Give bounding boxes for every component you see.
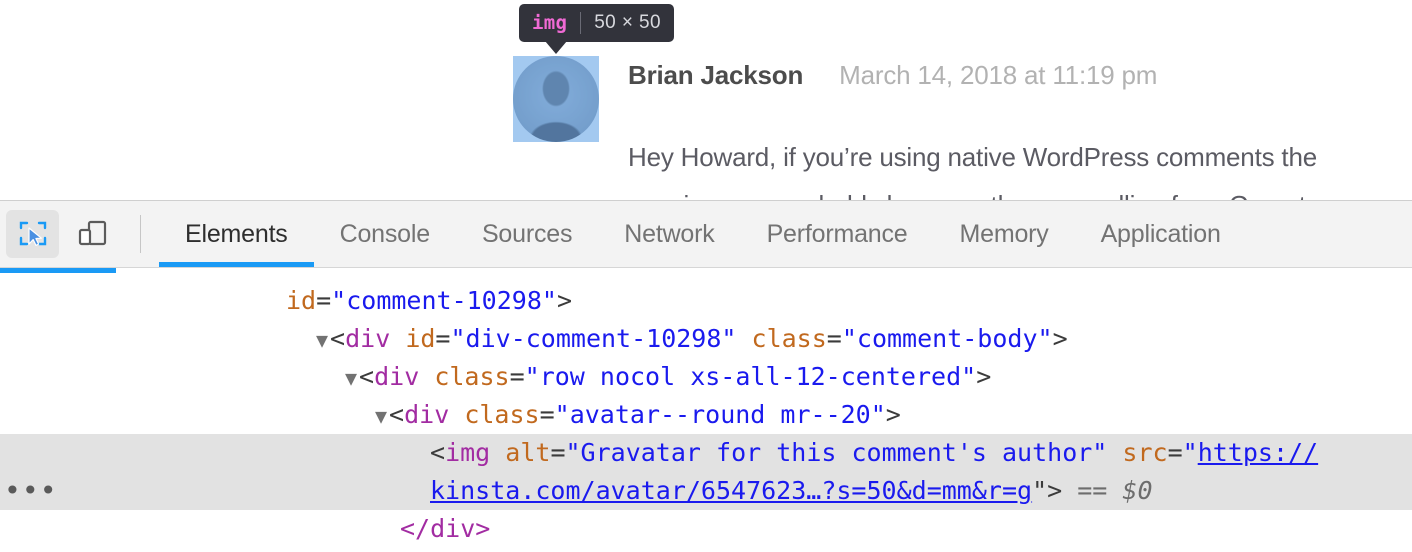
comment-date: March 14, 2018 at 11:19 pm [839, 60, 1158, 90]
dom-line-div-comment-body[interactable]: ▼<div id="div-comment-10298" class="comm… [0, 320, 1412, 358]
tab-application[interactable]: Application [1075, 201, 1247, 267]
twisty-icon[interactable]: ▼ [345, 366, 357, 390]
dom-line-li-attrs[interactable]: id="comment-10298"> [0, 282, 1412, 320]
img-src-link-continued[interactable]: kinsta.com/avatar/6547623…?s=50&d=mm&r=g [430, 476, 1032, 505]
dom-line-div-avatar[interactable]: ▼<div class="avatar--round mr--20"> [0, 396, 1412, 434]
dom-line-div-close[interactable]: </div> [0, 510, 1412, 548]
screenshot-root: img 50 × 50 Brian Jackson March 14, 2018… [0, 0, 1412, 552]
dom-line-img-selected-part2[interactable]: ••• kinsta.com/avatar/6547623…?s=50&d=mm… [0, 472, 1412, 510]
badge-tag-name: img [532, 12, 568, 34]
device-toolbar-icon[interactable] [65, 210, 118, 258]
tab-console[interactable]: Console [314, 201, 456, 267]
avatar-content-box-overlay [513, 56, 599, 142]
toolbar-divider [140, 215, 141, 253]
inspector-tooltip-badge: img 50 × 50 [519, 4, 674, 42]
more-options-icon[interactable]: ••• [4, 477, 58, 505]
inspect-element-icon[interactable] [6, 210, 59, 258]
comment-author-name: Brian Jackson [628, 60, 804, 90]
dom-tree-clipped-row: ▼<li class="comment byuser comment-autho… [0, 268, 1412, 282]
twisty-icon[interactable]: ▼ [375, 404, 387, 428]
dom-tree[interactable]: id="comment-10298"> ▼<div id="div-commen… [0, 282, 1412, 552]
tab-network[interactable]: Network [598, 201, 740, 267]
badge-divider [580, 12, 582, 34]
img-src-link[interactable]: https:// [1198, 438, 1318, 467]
web-page-area: img 50 × 50 Brian Jackson March 14, 2018… [0, 0, 1412, 202]
selected-node-marker: == [1077, 476, 1108, 505]
devtools-panel: Elements Console Sources Network Perform… [0, 200, 1412, 552]
comment-body-line-1: Hey Howard, if you’re using native WordP… [628, 142, 1317, 172]
comment-body-text: Hey Howard, if you’re using native WordP… [628, 133, 1412, 202]
dom-line-div-row[interactable]: ▼<div class="row nocol xs-all-12-centere… [0, 358, 1412, 396]
devtools-toolbar: Elements Console Sources Network Perform… [0, 201, 1412, 268]
tab-elements[interactable]: Elements [159, 201, 314, 267]
badge-pointer-arrow [545, 41, 567, 54]
dom-line-li-open[interactable]: ▼<li class="comment byuser comment-autho… [0, 268, 1412, 282]
tab-performance[interactable]: Performance [741, 201, 934, 267]
comment-body-line-2: warnings are probably because they are p… [628, 181, 1412, 202]
twisty-icon[interactable]: ▼ [316, 328, 328, 352]
avatar [513, 56, 599, 142]
comment-meta: Brian Jackson March 14, 2018 at 11:19 pm [628, 60, 1157, 91]
console-ref-dollar-zero: $0 [1122, 476, 1153, 505]
tab-sources[interactable]: Sources [456, 201, 598, 267]
dom-line-img-selected-part1[interactable]: <img alt="Gravatar for this comment's au… [0, 434, 1412, 472]
devtools-tab-bar: Elements Console Sources Network Perform… [159, 201, 1247, 267]
tab-memory[interactable]: Memory [933, 201, 1074, 267]
badge-dimensions: 50 × 50 [594, 12, 661, 33]
